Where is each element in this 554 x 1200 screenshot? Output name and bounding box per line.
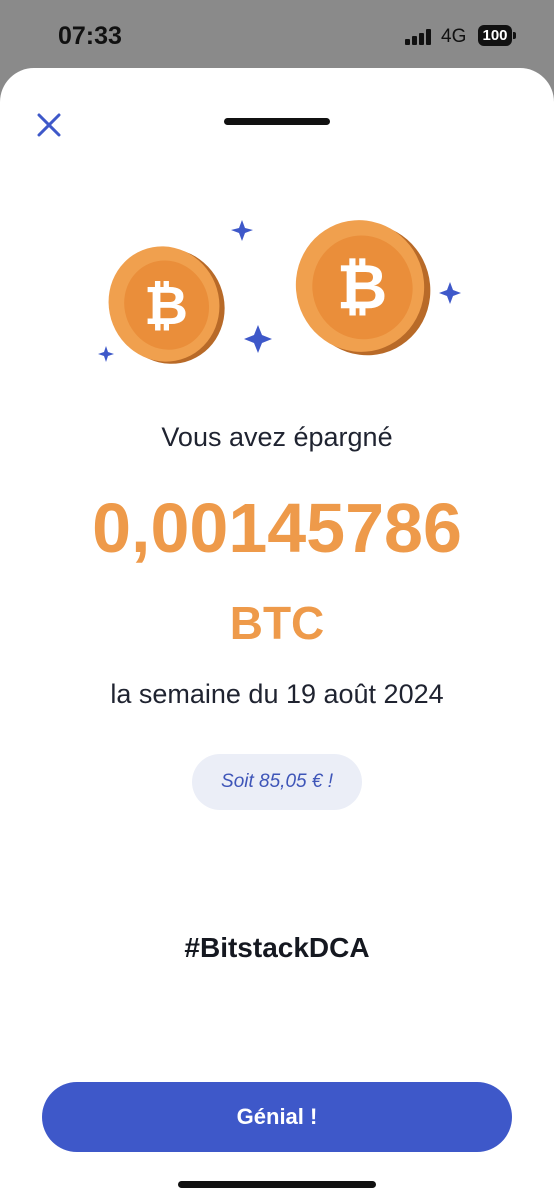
sparkle-icon xyxy=(439,282,461,304)
home-indicator xyxy=(178,1181,376,1188)
hashtag: #BitstackDCA xyxy=(184,932,370,963)
close-icon xyxy=(37,113,61,137)
close-button[interactable] xyxy=(32,108,66,142)
sparkle-icon xyxy=(231,220,253,241)
savings-sheet: ₿ ₿ Vous avez épargné 0,00145786 BTC la … xyxy=(0,68,554,1200)
sparkle-icon xyxy=(244,325,272,353)
bitcoin-coin-icon: ₿ xyxy=(108,246,225,364)
battery-icon: 100 xyxy=(478,25,512,46)
euro-equivalent-badge: Soit 85,05 € ! xyxy=(192,754,362,810)
svg-text:₿: ₿ xyxy=(144,276,188,336)
sparkle-icon xyxy=(98,346,114,362)
btc-unit: BTC xyxy=(229,597,325,649)
battery-tip xyxy=(513,32,516,39)
confirm-button[interactable]: Génial ! xyxy=(42,1082,512,1152)
svg-text:₿: ₿ xyxy=(337,253,388,322)
signal-icon xyxy=(405,29,431,45)
bitcoin-coin-icon: ₿ xyxy=(295,220,431,356)
saved-label: Vous avez épargné xyxy=(161,422,393,452)
network-type: 4G xyxy=(441,26,467,47)
week-label: la semaine du 19 août 2024 xyxy=(110,679,444,709)
sheet-grabber[interactable] xyxy=(224,118,330,125)
status-bar: 07:33 4G 100 xyxy=(0,0,554,70)
status-time: 07:33 xyxy=(58,22,122,50)
bitcoin-illustration: ₿ ₿ xyxy=(98,220,461,364)
btc-amount: 0,00145786 xyxy=(92,489,462,567)
